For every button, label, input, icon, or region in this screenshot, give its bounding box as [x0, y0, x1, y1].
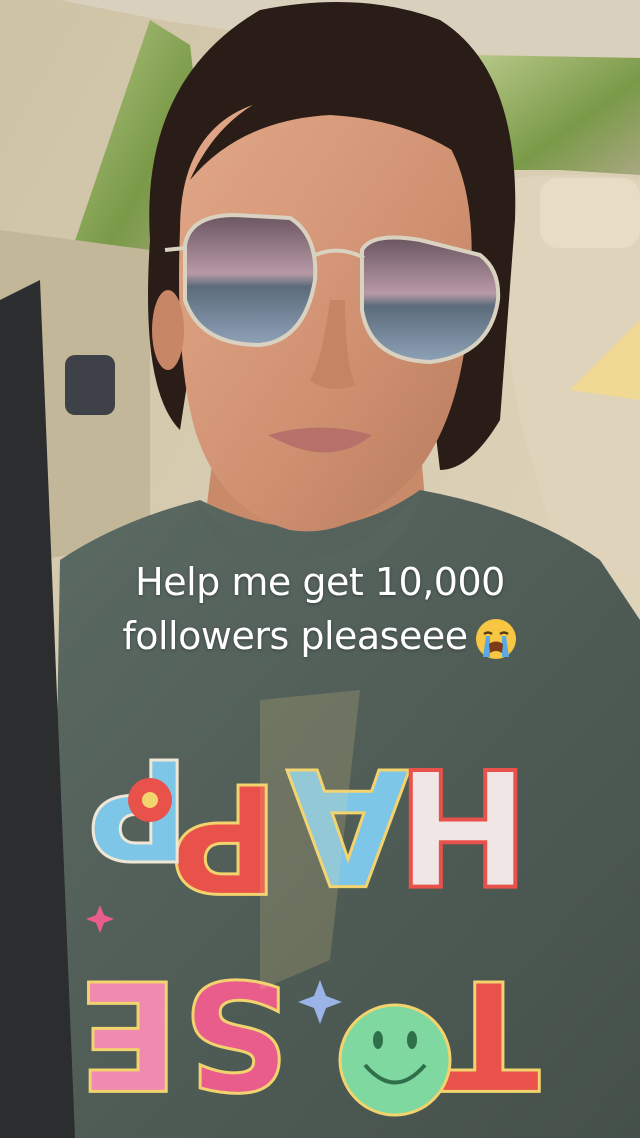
right-lens [360, 235, 501, 365]
door-handle [65, 355, 115, 415]
ear [152, 290, 184, 370]
headrest [540, 178, 640, 248]
smiley-face [338, 1003, 452, 1117]
shirt-letter-e: E [78, 946, 180, 1120]
caption-line-2-text: followers pleaseee [122, 614, 468, 658]
smiley-eye-right [407, 1031, 417, 1049]
shirt-letter-h: H [396, 732, 530, 919]
video-frame: P P A H S E T Help me get 10,000 followe… [0, 0, 640, 1138]
glasses-arm [164, 246, 186, 252]
caption-line-2: followers pleaseee [0, 609, 640, 663]
caption-line-1: Help me get 10,000 [135, 560, 505, 604]
shirt-letter-t: T [438, 946, 540, 1120]
smiley-eye-left [373, 1031, 383, 1049]
caption-overlay: Help me get 10,000 followers pleaseee [0, 555, 640, 663]
left-lens [183, 212, 318, 348]
loudly-crying-face-icon [475, 618, 516, 659]
